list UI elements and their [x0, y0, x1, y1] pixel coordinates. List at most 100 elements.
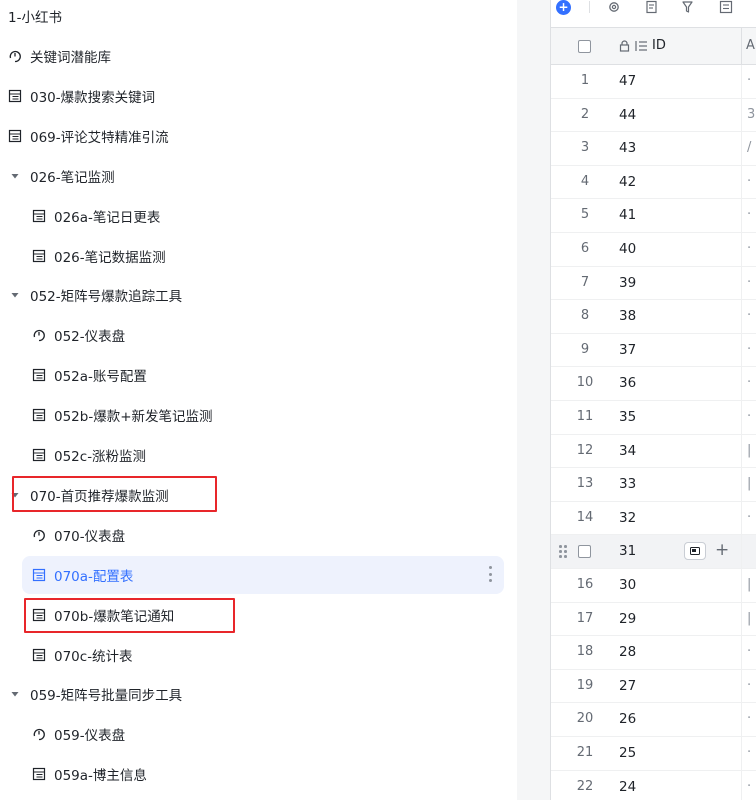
cell-id[interactable]: 42 [619, 174, 636, 190]
cell-id[interactable]: 25 [619, 745, 636, 761]
cell-id[interactable]: 41 [619, 207, 636, 223]
table-row[interactable]: 17 29 | [551, 602, 756, 637]
sidebar-item[interactable]: 关键词潜能库 [8, 37, 504, 75]
pane-divider[interactable] [517, 0, 550, 800]
cell-next-column[interactable]: · [747, 678, 751, 693]
cell-next-column[interactable]: · [747, 174, 751, 189]
sidebar-item[interactable]: 052a-账号配置 [22, 356, 504, 394]
table-row[interactable]: 16 30 | [551, 569, 756, 603]
form-icon[interactable] [645, 0, 659, 14]
sidebar-group[interactable]: 052-矩阵号爆款追踪工具 [10, 276, 504, 314]
sidebar-item[interactable]: 052-仪表盘 [22, 316, 504, 354]
cell-next-column[interactable]: · [747, 275, 751, 290]
cell-next-column[interactable]: | [747, 577, 751, 592]
table-row[interactable]: 7 39 · [551, 266, 756, 301]
cell-id[interactable]: 39 [619, 275, 636, 291]
cell-id[interactable]: 30 [619, 577, 636, 593]
table-row[interactable]: 18 28 · [551, 636, 756, 670]
cell-next-column[interactable]: · [747, 207, 751, 222]
cell-id[interactable]: 31 [619, 543, 636, 559]
sidebar-item[interactable]: 069-评论艾特精准引流 [8, 117, 504, 155]
cell-id[interactable]: 33 [619, 476, 636, 492]
cell-next-column[interactable]: · [747, 510, 751, 525]
table-row[interactable]: 31 + [551, 535, 756, 569]
cell-id[interactable]: 43 [619, 140, 636, 156]
table-row[interactable]: 3 43 / [551, 132, 756, 166]
cell-id[interactable]: 24 [619, 779, 636, 795]
cell-id[interactable]: 36 [619, 375, 636, 391]
expand-record-button[interactable] [684, 542, 706, 561]
select-all-checkbox[interactable] [578, 40, 591, 53]
row-checkbox[interactable] [578, 545, 591, 559]
sidebar-item[interactable]: 070-仪表盘 [22, 516, 504, 554]
add-record-button[interactable]: + [556, 0, 571, 15]
more-options-icon[interactable] [488, 566, 492, 582]
cell-next-column[interactable]: · [747, 779, 751, 794]
cell-id[interactable]: 35 [619, 409, 636, 425]
sidebar-item[interactable]: 052b-爆款+新发笔记监测 [22, 396, 504, 434]
cell-next-column[interactable]: · [747, 241, 751, 256]
cell-next-column[interactable]: · [747, 409, 751, 424]
table-row[interactable]: 4 42 · [551, 165, 756, 200]
cell-next-column[interactable]: · [747, 308, 751, 323]
cell-next-column[interactable]: · [747, 342, 751, 357]
table-row[interactable]: 10 36 · [551, 367, 756, 401]
cell-id[interactable]: 47 [619, 73, 636, 89]
cell-next-column[interactable]: | [747, 476, 751, 491]
sidebar-item[interactable]: 059a-博主信息 [22, 755, 504, 793]
table-row[interactable]: 9 37 · [551, 333, 756, 368]
sidebar-item[interactable]: 026a-笔记日更表 [22, 197, 504, 235]
cell-id[interactable]: 40 [619, 241, 636, 257]
cell-id[interactable]: 26 [619, 711, 636, 727]
cell-id[interactable]: 27 [619, 678, 636, 694]
table-row[interactable]: 8 38 · [551, 300, 756, 334]
table-row[interactable]: 1 47 · [551, 65, 756, 99]
cell-id[interactable]: 28 [619, 644, 636, 660]
workspace-title[interactable]: 1-小红书 [8, 6, 62, 26]
sidebar-group[interactable]: 026-笔记监测 [10, 157, 504, 195]
cell-next-column[interactable]: | [747, 443, 751, 458]
insert-row-button[interactable]: + [715, 540, 729, 560]
sidebar-group[interactable]: 070-首页推荐爆款监测 [10, 476, 504, 514]
cell-next-column[interactable]: / [747, 140, 751, 155]
table-row[interactable]: 6 40 · [551, 233, 756, 267]
cell-id[interactable]: 37 [619, 342, 636, 358]
sidebar-item[interactable]: 026-笔记数据监测 [22, 237, 504, 275]
table-row[interactable]: 12 34 | [551, 434, 756, 469]
sidebar-item[interactable]: 030-爆款搜索关键词 [8, 77, 504, 115]
cell-next-column[interactable]: · [747, 644, 751, 659]
table-row[interactable]: 20 26 · [551, 703, 756, 737]
cell-next-column[interactable]: 3 [747, 107, 755, 122]
cell-next-column[interactable]: | [747, 611, 751, 626]
column-divider[interactable] [741, 28, 742, 66]
cell-id[interactable]: 34 [619, 443, 636, 459]
sidebar-item[interactable]: 070a-配置表 [22, 556, 504, 594]
table-row[interactable]: 2 44 3 [551, 98, 756, 133]
table-row[interactable]: 14 32 · [551, 501, 756, 536]
table-row[interactable]: 5 41 · [551, 199, 756, 233]
table-row[interactable]: 22 24 · [551, 770, 756, 800]
table-row[interactable]: 11 35 · [551, 401, 756, 435]
cell-id[interactable]: 38 [619, 308, 636, 324]
column-header-id[interactable]: ID [619, 38, 666, 53]
filter-icon[interactable] [681, 0, 695, 14]
table-row[interactable]: 13 33 | [551, 468, 756, 502]
sidebar-group[interactable]: 059-矩阵号批量同步工具 [10, 675, 504, 713]
column-header-next[interactable]: A [746, 38, 755, 53]
cell-next-column[interactable]: · [747, 711, 751, 726]
drag-handle-icon[interactable] [559, 545, 567, 558]
cell-id[interactable]: 44 [619, 107, 636, 123]
cell-next-column[interactable]: · [747, 73, 751, 88]
table-row[interactable]: 21 25 · [551, 737, 756, 771]
sidebar-item[interactable]: 059-仪表盘 [22, 715, 504, 753]
sidebar-item[interactable]: 070b-爆款笔记通知 [22, 596, 504, 634]
sidebar-item[interactable]: 052c-涨粉监测 [22, 436, 504, 474]
table-row[interactable]: 19 27 · [551, 669, 756, 704]
cell-next-column[interactable]: · [747, 745, 751, 760]
cell-id[interactable]: 29 [619, 611, 636, 627]
cell-id[interactable]: 32 [619, 510, 636, 526]
settings-icon[interactable] [607, 0, 621, 14]
cell-next-column[interactable]: · [747, 375, 751, 390]
list-icon[interactable] [719, 0, 733, 14]
sidebar-item[interactable]: 070c-统计表 [22, 636, 504, 674]
